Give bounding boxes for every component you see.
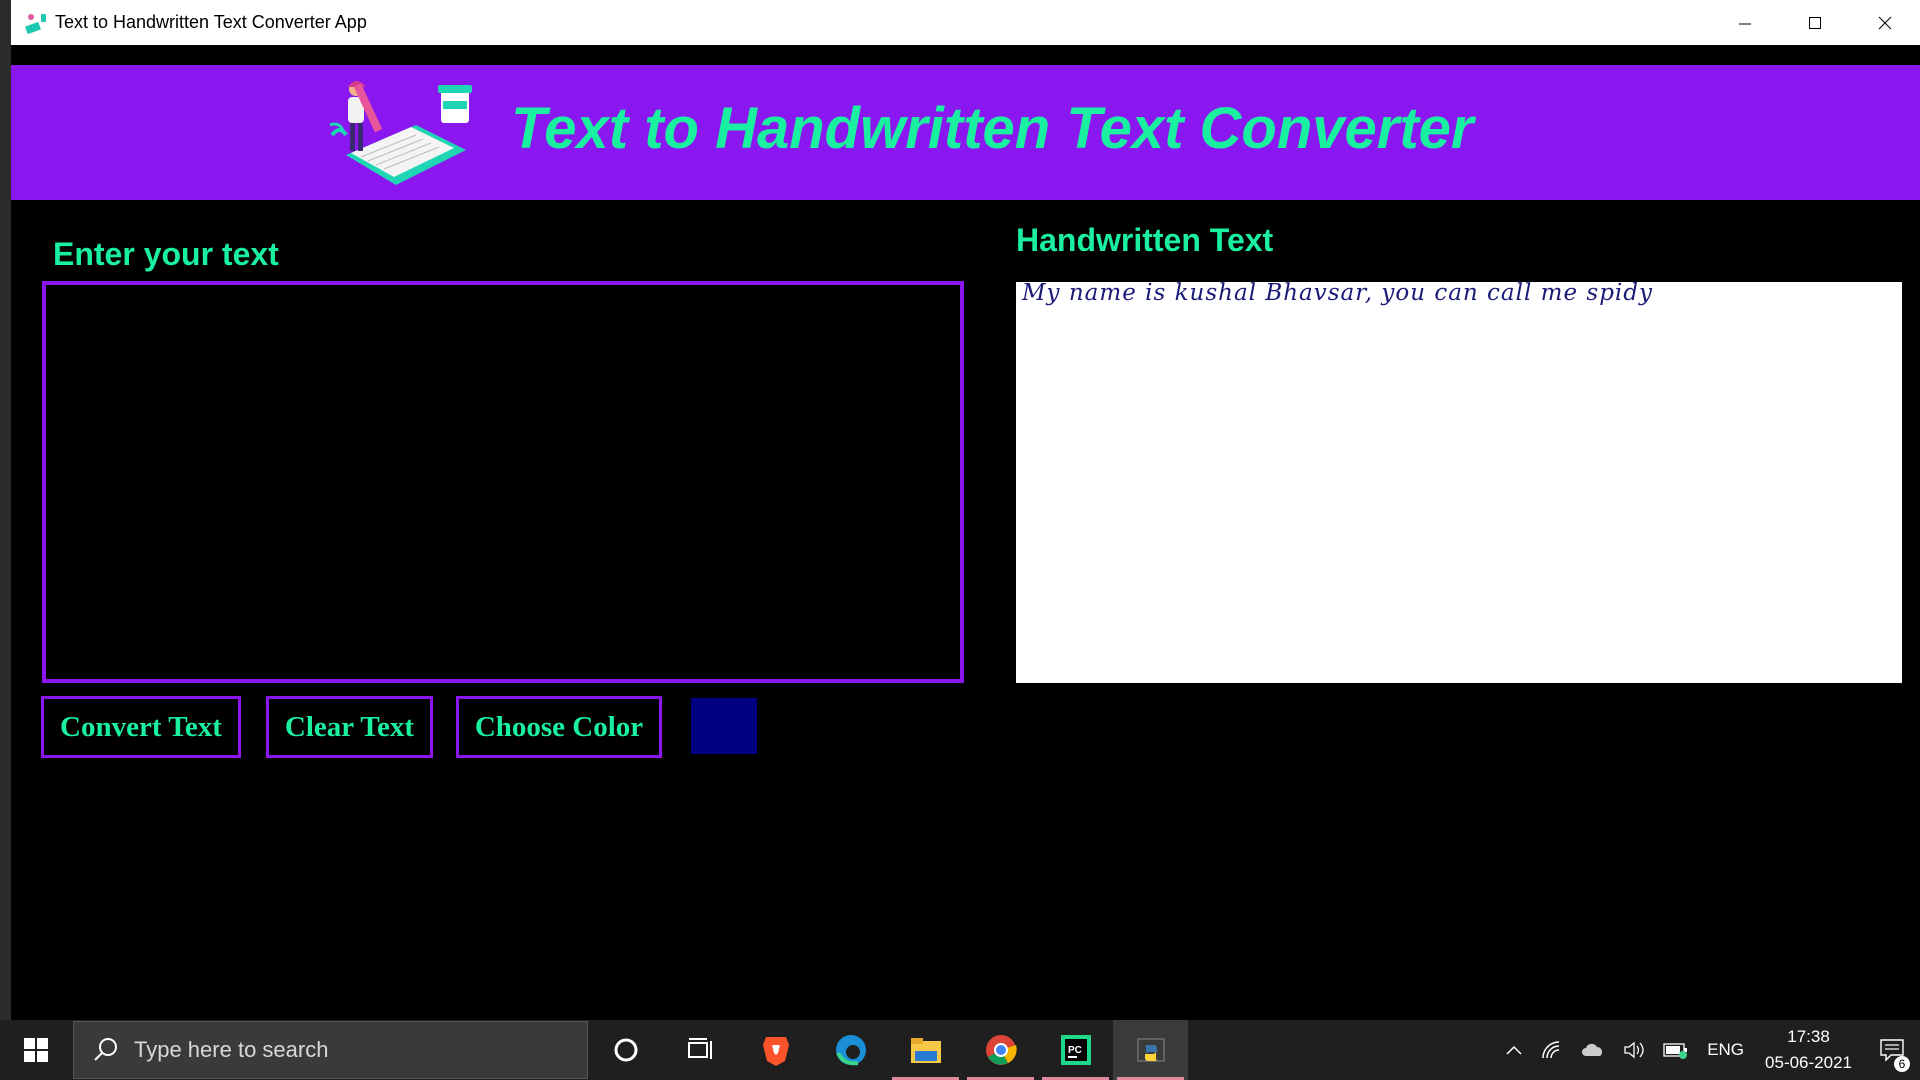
convert-text-button[interactable]: Convert Text xyxy=(41,696,241,758)
banner-title: Text to Handwritten Text Converter xyxy=(511,96,1474,161)
wifi-icon xyxy=(1542,1041,1560,1059)
task-view-button[interactable] xyxy=(663,1020,738,1080)
window-title: Text to Handwritten Text Converter App xyxy=(55,12,367,32)
handwritten-text: My name is kushal Bhavsar, you can call … xyxy=(1022,280,1653,306)
clear-text-button[interactable]: Clear Text xyxy=(266,696,433,758)
search-icon xyxy=(94,1038,117,1061)
clock-time: 17:38 xyxy=(1787,1027,1830,1046)
minimize-icon xyxy=(1739,23,1751,24)
taskbar: Type here to search PC ENG 17:38 05-06-2… xyxy=(0,1020,1920,1080)
system-tray: ENG 17:38 05-06-2021 6 xyxy=(1496,1020,1920,1080)
battery-button[interactable] xyxy=(1654,1041,1698,1059)
selected-color-swatch xyxy=(691,698,757,754)
chevron-up-icon xyxy=(1506,1045,1522,1055)
file-explorer-icon xyxy=(910,1038,941,1063)
file-explorer-button[interactable] xyxy=(888,1020,963,1080)
text-input[interactable] xyxy=(42,281,964,683)
pycharm-button[interactable]: PC xyxy=(1038,1020,1113,1080)
windows-icon xyxy=(24,1038,48,1062)
maximize-icon xyxy=(1809,16,1821,29)
clock-date: 05-06-2021 xyxy=(1765,1053,1852,1072)
cloud-icon xyxy=(1582,1043,1603,1056)
close-button[interactable] xyxy=(1850,0,1920,45)
edge-icon xyxy=(835,1035,866,1066)
choose-color-button[interactable]: Choose Color xyxy=(456,696,662,758)
handwritten-output: My name is kushal Bhavsar, you can call … xyxy=(1016,280,1902,683)
action-center-button[interactable]: 6 xyxy=(1864,1020,1920,1080)
battery-charging-icon xyxy=(1663,1043,1688,1059)
edge-button[interactable] xyxy=(813,1020,888,1080)
chrome-button[interactable] xyxy=(963,1020,1038,1080)
clock[interactable]: 17:38 05-06-2021 xyxy=(1753,1024,1864,1076)
svg-text:PC: PC xyxy=(1068,1045,1082,1056)
cortana-button[interactable] xyxy=(588,1020,663,1080)
desktop-edge xyxy=(0,0,11,1020)
search-placeholder: Type here to search xyxy=(134,1037,329,1062)
window-controls xyxy=(1710,0,1920,45)
chrome-icon xyxy=(985,1035,1017,1065)
cortana-icon xyxy=(614,1038,637,1062)
taskbar-search[interactable]: Type here to search xyxy=(73,1021,588,1079)
maximize-button[interactable] xyxy=(1780,0,1850,45)
onedrive-button[interactable] xyxy=(1572,1041,1614,1059)
start-button[interactable] xyxy=(0,1020,72,1080)
language-indicator[interactable]: ENG xyxy=(1698,1040,1753,1060)
header-banner: Text to Handwritten Text Converter xyxy=(11,65,1920,200)
screen: Text to Handwritten Text Converter App T… xyxy=(0,0,1920,1080)
pycharm-icon: PC xyxy=(1060,1035,1091,1065)
notification-count-badge: 6 xyxy=(1894,1056,1910,1072)
brave-icon xyxy=(762,1037,789,1066)
app-icon xyxy=(25,13,46,34)
logo xyxy=(329,81,472,185)
task-view-icon xyxy=(687,1038,712,1059)
python-icon xyxy=(1137,1038,1164,1062)
input-label: Enter your text xyxy=(53,236,279,272)
speaker-icon xyxy=(1624,1041,1644,1059)
python-app-button[interactable] xyxy=(1113,1020,1188,1080)
output-label: Handwritten Text xyxy=(1016,222,1274,258)
minimize-button[interactable] xyxy=(1710,0,1780,45)
show-hidden-icons-button[interactable] xyxy=(1496,1044,1532,1056)
title-bar: Text to Handwritten Text Converter App xyxy=(11,0,1920,45)
network-button[interactable] xyxy=(1532,1040,1572,1060)
brave-button[interactable] xyxy=(738,1020,813,1080)
close-icon xyxy=(1878,16,1892,29)
volume-button[interactable] xyxy=(1614,1040,1654,1060)
